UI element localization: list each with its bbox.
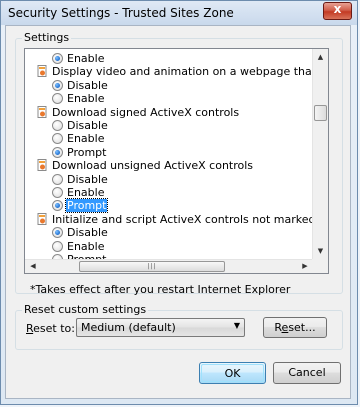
reset-group-label: Reset custom settings — [22, 303, 149, 316]
setting-option[interactable]: Enable — [52, 239, 105, 253]
scrollbar-corner — [312, 259, 328, 273]
radio-button[interactable] — [52, 227, 63, 239]
setting-option-label: Disable — [67, 78, 108, 92]
reset-to-label: Reset to: — [26, 322, 75, 335]
vertical-scrollbar[interactable]: ▲ ▼ — [312, 49, 328, 259]
setting-option-label: Enable — [67, 186, 105, 199]
setting-option-label: Disable — [67, 172, 108, 186]
restart-note: *Takes effect after you restart Internet… — [30, 283, 291, 296]
radio-button[interactable] — [52, 173, 63, 185]
radio-button[interactable] — [52, 79, 63, 91]
setting-option[interactable]: Enable — [52, 52, 105, 65]
reset-button[interactable]: Reset... — [263, 317, 327, 338]
setting-heading-label: Display video and animation on a webpage… — [52, 65, 313, 79]
reset-level-value: Medium (default) — [81, 321, 176, 334]
radio-button[interactable] — [52, 120, 63, 131]
setting-option[interactable]: Enable — [52, 132, 105, 146]
dropdown-arrow-icon[interactable]: ▼ — [234, 321, 240, 330]
radio-button[interactable] — [52, 200, 63, 212]
settings-list[interactable]: Enable Display video and animation on a w… — [24, 48, 329, 274]
close-button[interactable]: x — [323, 2, 352, 20]
radio-button[interactable] — [52, 240, 63, 252]
setting-heading-label: Initialize and script ActiveX controls n… — [52, 212, 313, 226]
settings-list-viewport: Enable Display video and animation on a w… — [25, 49, 313, 260]
radio-button[interactable] — [52, 133, 63, 145]
setting-option-label: Enable — [67, 132, 105, 146]
window-title: Security Settings - Trusted Sites Zone — [8, 6, 234, 20]
radio-button[interactable] — [52, 53, 63, 64]
setting-option-label: Prompt — [67, 145, 107, 159]
setting-option[interactable]: Disable — [52, 172, 108, 186]
setting-page-icon — [37, 65, 47, 78]
setting-option-label: Disable — [67, 226, 108, 240]
vertical-scroll-thumb[interactable] — [314, 105, 327, 121]
setting-option-label: Enable — [67, 239, 105, 253]
scroll-down-icon[interactable]: ▼ — [313, 243, 328, 259]
setting-heading: Initialize and script ActiveX controls n… — [37, 212, 313, 226]
ok-button-label: OK — [224, 367, 241, 380]
setting-heading-label: Download unsigned ActiveX controls — [52, 159, 254, 173]
cancel-button[interactable]: Cancel — [273, 362, 341, 384]
setting-heading: Display video and animation on a webpage… — [37, 65, 313, 79]
scroll-right-icon[interactable]: ▶ — [297, 260, 313, 273]
setting-heading: Download unsigned ActiveX controls — [37, 159, 254, 173]
scroll-up-icon[interactable]: ▲ — [313, 49, 328, 65]
cancel-button-label: Cancel — [288, 366, 326, 379]
setting-page-icon — [37, 159, 47, 172]
setting-option[interactable]: Prompt — [52, 145, 107, 159]
close-icon: x — [333, 2, 342, 16]
setting-option[interactable]: Enable — [52, 92, 105, 106]
title-bar[interactable]: Security Settings - Trusted Sites Zone x — [1, 1, 357, 25]
radio-button[interactable] — [52, 146, 63, 158]
reset-button-label: Reset... — [274, 321, 316, 334]
radio-button[interactable] — [52, 93, 63, 105]
scroll-left-icon[interactable]: ◀ — [25, 260, 41, 273]
settings-group-label: Settings — [22, 31, 72, 44]
radio-button[interactable] — [52, 187, 63, 198]
ok-button[interactable]: OK — [199, 362, 266, 384]
ok-button-face: OK — [201, 364, 264, 382]
setting-option-label: Disable — [67, 119, 108, 132]
setting-option[interactable]: Disable — [52, 78, 108, 92]
setting-option-label: Enable — [67, 52, 105, 65]
setting-page-icon — [37, 212, 47, 225]
horizontal-scrollbar[interactable]: ◀ ||| ▶ — [25, 259, 313, 273]
setting-option[interactable]: Disable — [52, 119, 108, 132]
setting-option[interactable]: Prompt — [52, 198, 109, 214]
setting-page-icon — [37, 105, 47, 118]
setting-heading-label: Download signed ActiveX controls — [52, 105, 240, 119]
setting-option-label: Prompt — [64, 198, 109, 214]
reset-level-dropdown[interactable]: Medium (default) ▼ — [76, 318, 245, 337]
setting-heading: Download signed ActiveX controls — [37, 105, 240, 119]
setting-option-label: Enable — [67, 92, 105, 106]
setting-option[interactable]: Enable — [52, 186, 105, 199]
horizontal-scroll-thumb[interactable]: ||| — [79, 261, 225, 272]
setting-option[interactable]: Disable — [52, 226, 108, 240]
